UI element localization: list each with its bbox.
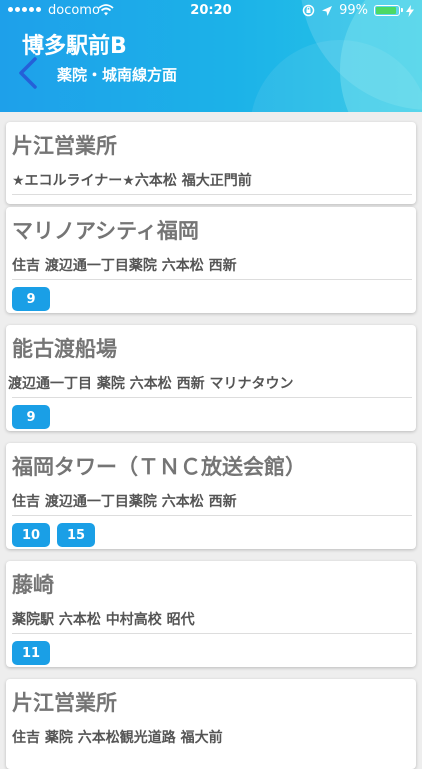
route-card[interactable]: 片江営業所 ★エコルライナー★六本松 福大正門前 xyxy=(6,122,416,204)
route-via: ★エコルライナー★六本松 福大正門前 xyxy=(12,173,252,189)
route-destination: 能古渡船場 xyxy=(12,337,117,361)
route-via: 渡辺通一丁目 薬院 六本松 西新 マリナタウン xyxy=(8,376,294,392)
divider xyxy=(12,194,412,195)
route-numbers: 10 15 xyxy=(12,523,95,547)
route-number-badge: 10 xyxy=(12,523,50,547)
battery-icon xyxy=(374,5,403,16)
route-via: 住吉 薬院 六本松観光道路 福大前 xyxy=(12,730,223,746)
charging-icon xyxy=(406,4,414,17)
chevron-left-icon[interactable] xyxy=(14,56,44,90)
route-destination: 藤崎 xyxy=(12,573,54,597)
route-number-badge: 9 xyxy=(12,405,50,429)
route-destination: 福岡タワー（ＴＮＣ放送会館） xyxy=(12,455,306,479)
route-via: 住吉 渡辺通一丁目薬院 六本松 西新 xyxy=(12,494,237,510)
route-via: 住吉 渡辺通一丁目薬院 六本松 西新 xyxy=(12,258,237,274)
divider xyxy=(12,633,412,634)
route-card[interactable]: 片江営業所 住吉 薬院 六本松観光道路 福大前 xyxy=(6,679,416,769)
divider xyxy=(12,279,412,280)
route-number-badge: 9 xyxy=(12,287,50,311)
route-card[interactable]: 藤崎 薬院駅 六本松 中村高校 昭代 11 xyxy=(6,561,416,667)
route-card[interactable]: 福岡タワー（ＴＮＣ放送会館） 住吉 渡辺通一丁目薬院 六本松 西新 10 15 xyxy=(6,443,416,549)
header-bar: docomo 20:20 99% 博多駅前B 薬院・城南線方面 xyxy=(0,0,422,112)
route-destination: マリノアシティ福岡 xyxy=(12,219,199,243)
route-card[interactable]: 能古渡船場 渡辺通一丁目 薬院 六本松 西新 マリナタウン 9 xyxy=(6,325,416,431)
direction-subtitle: 薬院・城南線方面 xyxy=(57,66,178,84)
status-indicators: 99% xyxy=(302,3,414,18)
route-card[interactable]: マリノアシティ福岡 住吉 渡辺通一丁目薬院 六本松 西新 9 xyxy=(6,207,416,313)
location-arrow-icon xyxy=(322,5,333,16)
battery-percent: 99% xyxy=(339,3,368,18)
route-numbers: 11 xyxy=(12,641,50,665)
battery-fill xyxy=(376,7,396,14)
rotation-lock-icon xyxy=(302,4,315,17)
route-number-badge: 11 xyxy=(12,641,50,665)
divider xyxy=(12,397,412,398)
route-destination: 片江営業所 xyxy=(12,691,117,715)
route-numbers: 9 xyxy=(12,287,50,311)
route-numbers: 9 xyxy=(12,405,50,429)
route-destination: 片江営業所 xyxy=(12,134,117,158)
divider xyxy=(12,515,412,516)
route-via: 薬院駅 六本松 中村高校 昭代 xyxy=(12,612,195,628)
status-bar: docomo 20:20 99% xyxy=(0,0,422,24)
route-number-badge: 15 xyxy=(57,523,95,547)
